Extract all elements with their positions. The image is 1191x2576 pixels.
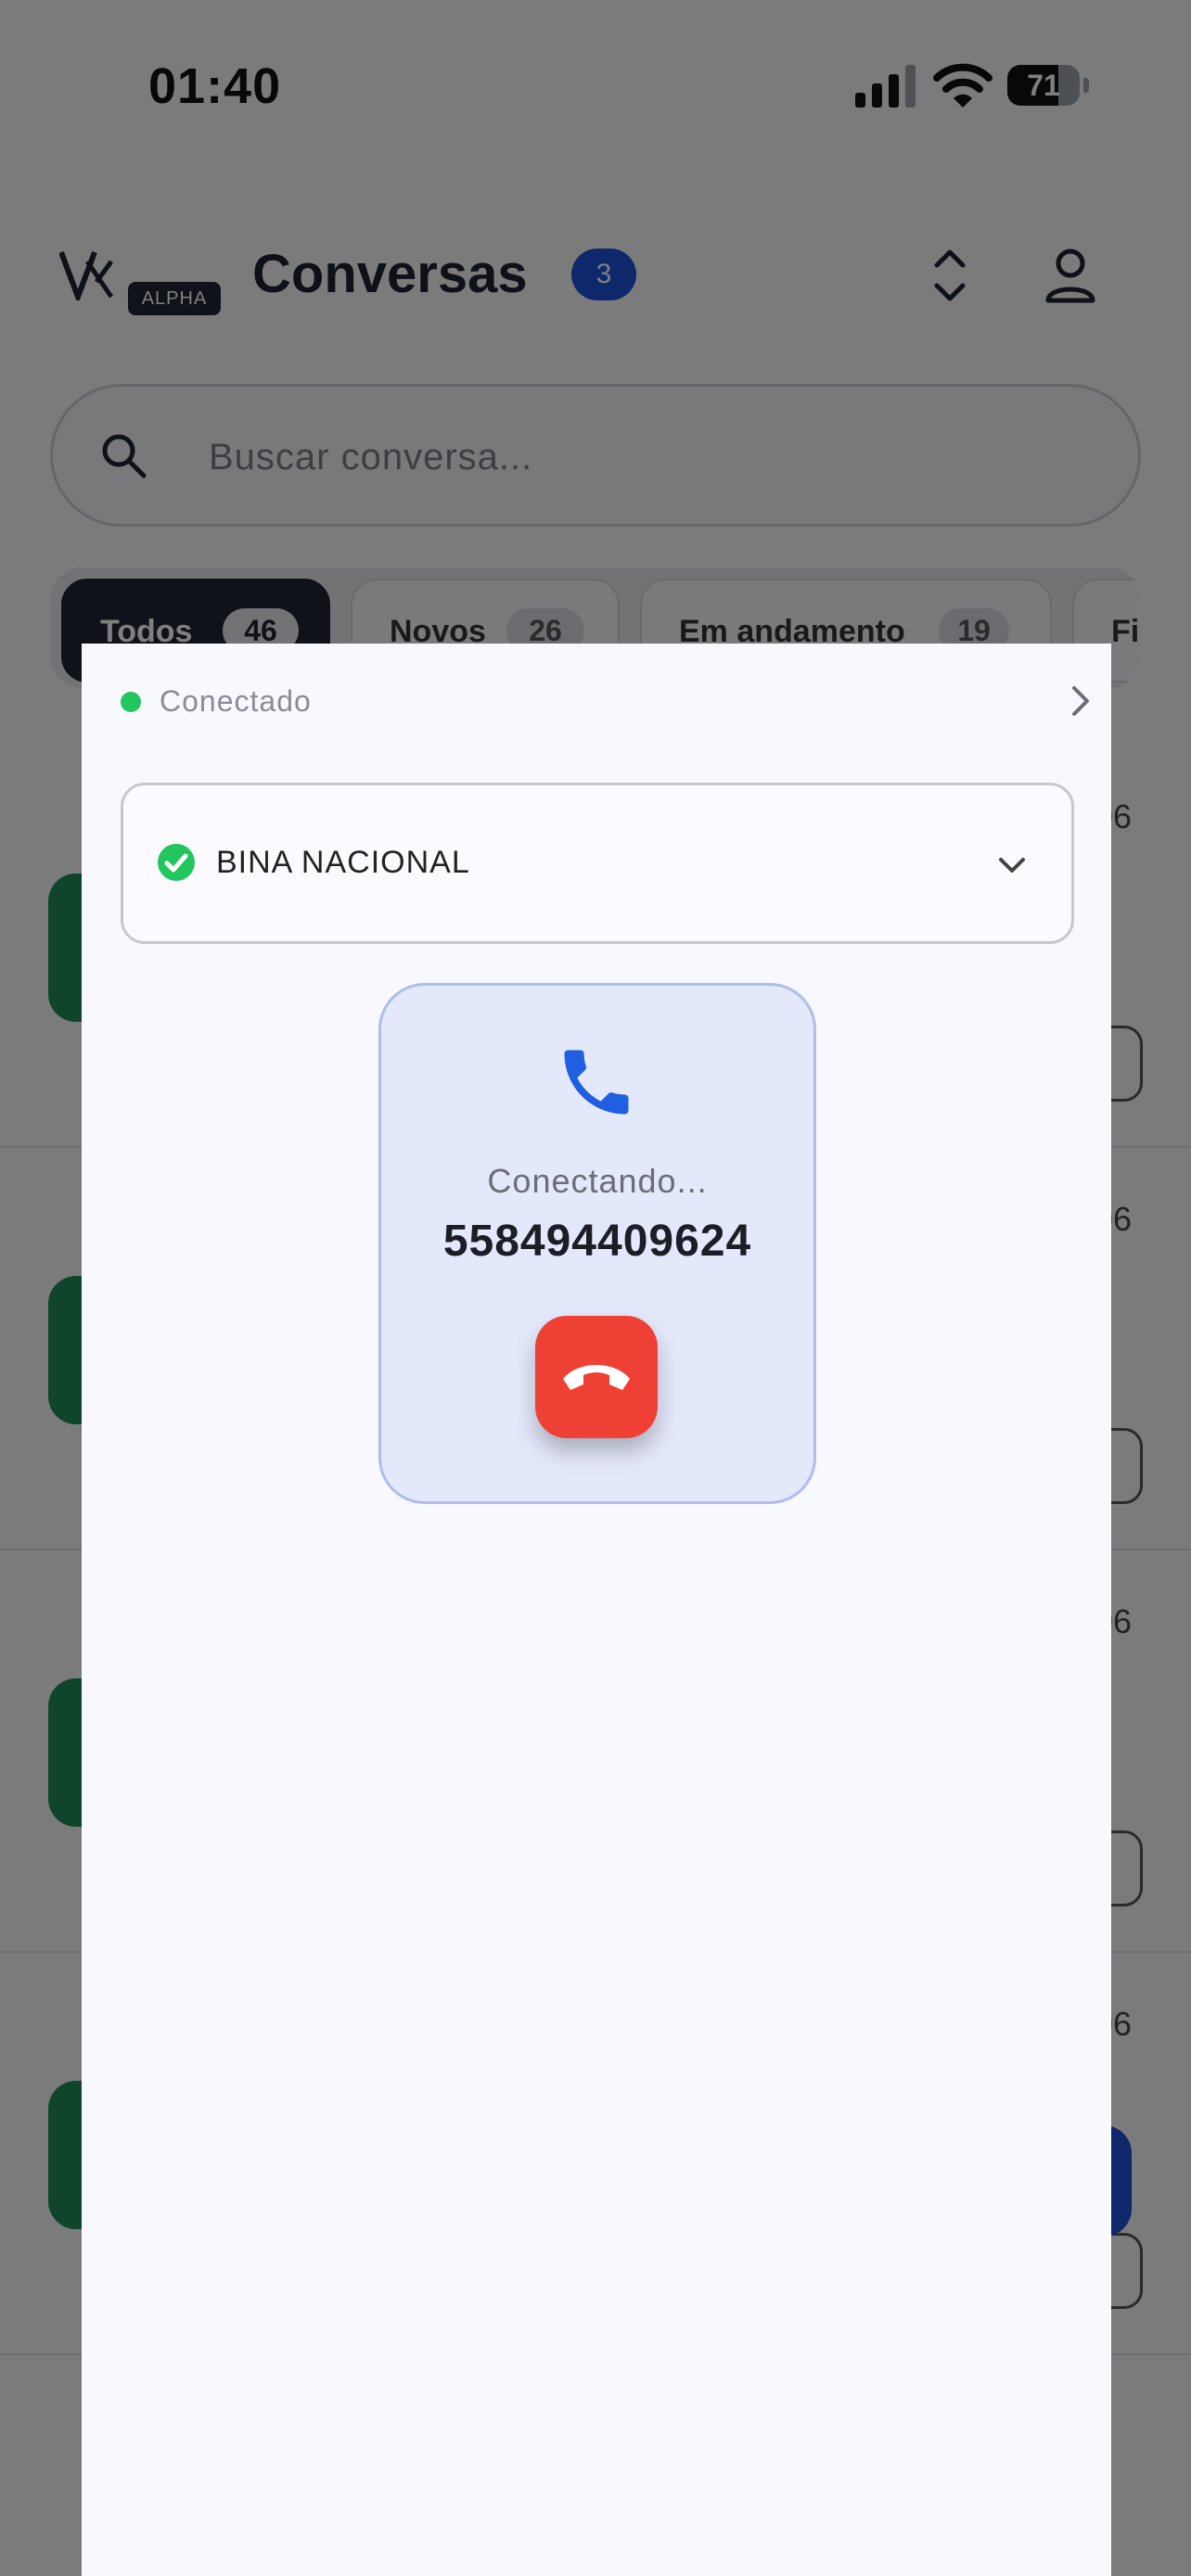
chevron-right-icon[interactable] [1065,682,1096,720]
conversations-screen: 01:40 71 ALPHA Conversas 3 [0,0,1191,2576]
connection-status-dot [121,692,141,712]
connection-status: Conectado [160,684,312,718]
phone-icon [564,1050,629,1115]
phone-line-select[interactable]: BINA NACIONAL [121,783,1074,944]
phone-hangup-icon [563,1365,630,1390]
chevron-down-icon [999,858,1025,873]
softphone-panel: Conectado BINA NACIONAL Conectando... 55… [82,644,1111,2576]
call-number: 558494409624 [442,1217,752,1266]
phone-line-name: BINA NACIONAL [216,845,470,880]
call-status: Conectando... [487,1162,708,1200]
call-card: Conectando... 558494409624 [378,983,816,1504]
check-circle-icon [158,844,195,881]
hang-up-button[interactable] [535,1316,658,1438]
